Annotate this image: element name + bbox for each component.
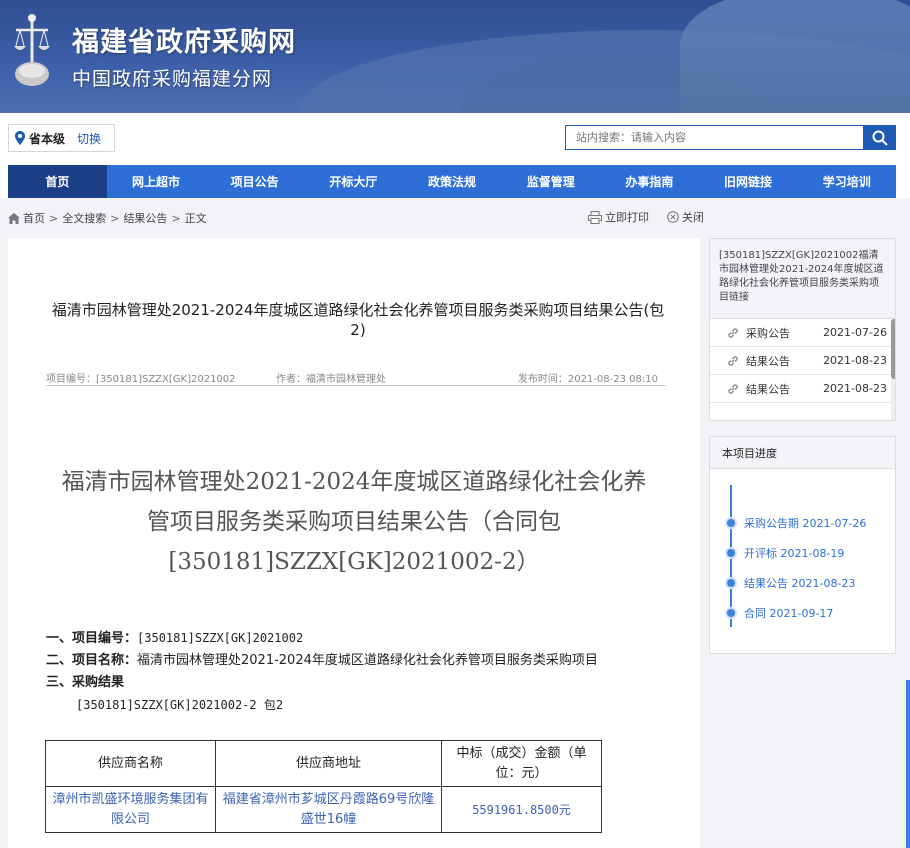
breadcrumb-results[interactable]: 结果公告 [123, 210, 167, 226]
list-item[interactable]: 结果公告 2021-08-23 [710, 347, 891, 375]
section-result: 三、采购结果 [46, 672, 666, 694]
timeline-step-label: 开评标 2021-08-19 [744, 547, 845, 560]
list-item[interactable]: 采购公告 2021-07-26 [710, 319, 891, 347]
timeline-step[interactable]: 结果公告 2021-08-23 [725, 575, 855, 591]
timeline-dot-icon [725, 547, 737, 559]
timeline-step[interactable]: 合同 2021-09-17 [725, 605, 833, 621]
nav-item-home[interactable]: 首页 [8, 165, 107, 198]
home-icon [8, 212, 20, 224]
section-label: 三、采购结果 [46, 675, 125, 690]
notice-heading: 福清市园林管理处2021-2024年度城区道路绿化社会化养管项目服务类采购项目结… [61, 469, 647, 575]
nav-item-project-notices[interactable]: 项目公告 [205, 165, 304, 198]
link-icon [728, 327, 738, 338]
link-icon [728, 383, 738, 394]
close-label: 关闭 [682, 211, 704, 224]
nav-item-training[interactable]: 学习培训 [797, 165, 896, 198]
table-header-row: 供应商名称 供应商地址 中标（成交）金额（单位：元） [45, 740, 602, 787]
nav-item-online-mall[interactable]: 网上超市 [107, 165, 206, 198]
progress-heading: 本项目进度 [710, 437, 895, 469]
print-button[interactable]: 立即打印 [588, 209, 649, 225]
timeline-step-label: 结果公告 2021-08-23 [744, 577, 856, 590]
related-item-date: 2021-08-23 [823, 382, 887, 395]
related-item-label: 采购公告 [746, 326, 790, 340]
nav-item-bid-opening-hall[interactable]: 开标大厅 [304, 165, 403, 198]
timeline-dot-icon [725, 577, 737, 589]
meta-author: 作者：福清市园林管理处 [276, 374, 386, 385]
main-nav: 首页 网上超市 项目公告 开标大厅 政策法规 监督管理 办事指南 旧网链接 学习… [8, 165, 896, 198]
section-project-no: 一、项目编号：[350181]SZZX[GK]2021002 [46, 627, 666, 650]
side-float-bar[interactable] [906, 680, 910, 848]
site-title: 福建省政府采购网 [72, 27, 296, 58]
table-row: 漳州市凯盛环境服务集团有限公司 福建省漳州市芗城区丹霞路69号欣隆盛世16幢 5… [45, 786, 602, 833]
breadcrumb-current: 正文 [184, 212, 207, 225]
table-header-cell: 供应商地址 [215, 740, 442, 787]
related-list: 采购公告 2021-07-26 结果公告 2021-08-23 结果公告 202… [710, 319, 891, 403]
nav-item-supervision[interactable]: 监督管理 [501, 165, 600, 198]
scrollbar-thumb[interactable] [891, 319, 895, 379]
search-button[interactable] [864, 125, 896, 150]
nav-item-guide[interactable]: 办事指南 [600, 165, 699, 198]
site-subtitle: 中国政府采购福建分网 [72, 68, 273, 90]
section-project-name: 二、项目名称：福清市园林管理处2021-2024年度城区道路绿化社会化养管项目服… [46, 650, 666, 672]
timeline-step[interactable]: 开评标 2021-08-19 [725, 545, 844, 561]
table-header-cell: 供应商名称 [45, 740, 216, 787]
section-value: [350181]SZZX[GK]2021002 [137, 631, 304, 645]
location-pin-icon [15, 131, 25, 145]
region-name: 省本级 [29, 131, 66, 146]
meta-project-no: 项目编号：[350181]SZZX[GK]2021002 [46, 374, 236, 385]
article-body: 一、项目编号：[350181]SZZX[GK]2021002 二、项目名称：福清… [46, 627, 666, 716]
related-heading: [350181]SZZX[GK]2021002福清市园林管理处2021-2024… [710, 239, 895, 319]
link-icon [728, 355, 738, 366]
list-item[interactable]: 结果公告 2021-08-23 [710, 375, 891, 403]
article-title: 福清市园林管理处2021-2024年度城区道路绿化社会化养管项目服务类采购项目结… [51, 301, 665, 339]
scales-emblem-icon [14, 14, 50, 86]
breadcrumb: 首页 > 全文搜索 > 结果公告 > 正文 [8, 210, 207, 226]
timeline-dot-icon [725, 517, 737, 529]
timeline-dot-icon [725, 607, 737, 619]
timeline-step[interactable]: 采购公告期 2021-07-26 [725, 515, 866, 531]
section-label: 二、项目名称： [46, 653, 138, 668]
breadcrumb-home[interactable]: 首页 [23, 210, 45, 226]
related-scrollbar[interactable] [891, 319, 895, 420]
related-item-date: 2021-07-26 [823, 326, 887, 339]
table-cell-address: 福建省漳州市芗城区丹霞路69号欣隆盛世16幢 [215, 786, 442, 833]
nav-item-policies[interactable]: 政策法规 [403, 165, 502, 198]
section-value: 福清市园林管理处2021-2024年度城区道路绿化社会化养管项目服务类采购项目 [137, 653, 598, 668]
nav-item-old-site[interactable]: 旧网链接 [699, 165, 798, 198]
article-tools: 立即打印 关闭 [588, 209, 722, 225]
table-cell-amount: 5591961.8500元 [441, 786, 602, 833]
related-links-panel: [350181]SZZX[GK]2021002福清市园林管理处2021-2024… [709, 238, 896, 421]
related-item-date: 2021-08-23 [823, 354, 887, 367]
article-panel: 福清市园林管理处2021-2024年度城区道路绿化社会化养管项目服务类采购项目结… [8, 238, 700, 848]
section-label: 一、项目编号： [46, 631, 138, 646]
printer-icon [588, 210, 602, 224]
article-meta: 项目编号：[350181]SZZX[GK]2021002 作者：福清市园林管理处… [46, 370, 666, 386]
site-search [565, 125, 896, 150]
region-selector: 省本级 切换 [8, 124, 115, 152]
related-item-label: 结果公告 [746, 382, 790, 396]
search-icon [872, 130, 888, 146]
timeline-step-label: 采购公告期 2021-07-26 [744, 517, 867, 530]
header-banner: 福建省政府采购网 中国政府采购福建分网 [0, 0, 910, 113]
close-icon [667, 211, 679, 223]
meta-publish-time: 发布时间：2021-08-23 08:10 [517, 374, 658, 385]
result-table: 供应商名称 供应商地址 中标（成交）金额（单位：元） 漳州市凯盛环境服务集团有限… [45, 740, 602, 833]
search-input[interactable] [565, 125, 864, 150]
region-switch-link[interactable]: 切换 [77, 130, 101, 147]
table-cell-supplier: 漳州市凯盛环境服务集团有限公司 [45, 786, 216, 833]
print-label: 立即打印 [605, 211, 649, 224]
banner-mountain [680, 0, 910, 113]
related-item-label: 结果公告 [746, 354, 790, 368]
breadcrumb-search[interactable]: 全文搜索 [62, 210, 106, 226]
table-header-cell: 中标（成交）金额（单位：元） [441, 740, 602, 787]
close-button[interactable]: 关闭 [667, 209, 704, 225]
package-line: [350181]SZZX[GK]2021002-2 包2 [76, 698, 284, 712]
project-progress-panel: 本项目进度 采购公告期 2021-07-26 开评标 2021-08-19 结果… [709, 436, 896, 654]
timeline-step-label: 合同 2021-09-17 [744, 607, 834, 620]
